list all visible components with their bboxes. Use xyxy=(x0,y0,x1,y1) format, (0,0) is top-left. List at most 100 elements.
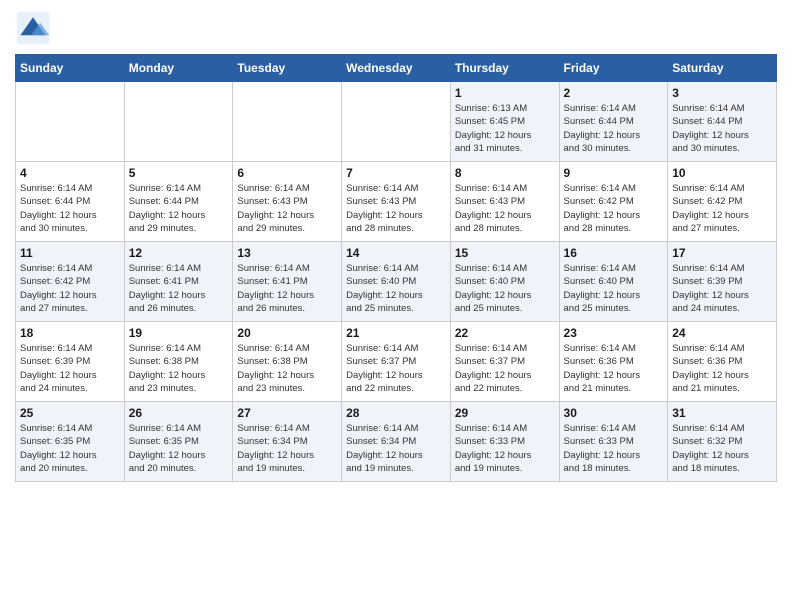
day-number: 2 xyxy=(564,86,664,100)
calendar-cell: 8 Sunrise: 6:14 AM Sunset: 6:43 PM Daylig… xyxy=(450,162,559,242)
day-info: Sunrise: 6:14 AM Sunset: 6:39 PM Dayligh… xyxy=(672,262,772,315)
calendar-cell: 18 Sunrise: 6:14 AM Sunset: 6:39 PM Dayli… xyxy=(16,322,125,402)
day-number: 30 xyxy=(564,406,664,420)
day-number: 11 xyxy=(20,246,120,260)
calendar-cell: 17 Sunrise: 6:14 AM Sunset: 6:39 PM Dayli… xyxy=(668,242,777,322)
header xyxy=(15,10,777,46)
calendar-cell xyxy=(233,82,342,162)
calendar-cell: 6 Sunrise: 6:14 AM Sunset: 6:43 PM Daylig… xyxy=(233,162,342,242)
calendar-cell: 12Sunrise: 6:14 AM Sunset: 6:41 PM Dayli… xyxy=(124,242,233,322)
calendar-cell: 19 Sunrise: 6:14 AM Sunset: 6:38 PM Dayli… xyxy=(124,322,233,402)
day-info: Sunrise: 6:14 AM Sunset: 6:33 PM Dayligh… xyxy=(564,422,664,475)
calendar-cell: 31Sunrise: 6:14 AM Sunset: 6:32 PM Dayli… xyxy=(668,402,777,482)
logo xyxy=(15,10,55,46)
logo-icon xyxy=(15,10,51,46)
day-number: 20 xyxy=(237,326,337,340)
day-header-tuesday: Tuesday xyxy=(233,55,342,82)
day-header-sunday: Sunday xyxy=(16,55,125,82)
day-number: 6 xyxy=(237,166,337,180)
day-info: Sunrise: 6:14 AM Sunset: 6:38 PM Dayligh… xyxy=(237,342,337,395)
day-info: Sunrise: 6:14 AM Sunset: 6:41 PM Dayligh… xyxy=(237,262,337,315)
calendar-cell: 11 Sunrise: 6:14 AM Sunset: 6:42 PM Dayli… xyxy=(16,242,125,322)
day-number: 1 xyxy=(455,86,555,100)
day-header-wednesday: Wednesday xyxy=(342,55,451,82)
calendar-cell: 22 Sunrise: 6:14 AM Sunset: 6:37 PM Dayli… xyxy=(450,322,559,402)
day-header-saturday: Saturday xyxy=(668,55,777,82)
day-number: 26 xyxy=(129,406,229,420)
calendar-cell: 21 Sunrise: 6:14 AM Sunset: 6:37 PM Dayli… xyxy=(342,322,451,402)
calendar-cell: 13 Sunrise: 6:14 AM Sunset: 6:41 PM Dayli… xyxy=(233,242,342,322)
day-number: 23 xyxy=(564,326,664,340)
day-info: Sunrise: 6:14 AM Sunset: 6:34 PM Dayligh… xyxy=(346,422,446,475)
calendar-cell: 20 Sunrise: 6:14 AM Sunset: 6:38 PM Dayli… xyxy=(233,322,342,402)
calendar-cell: 24 Sunrise: 6:14 AM Sunset: 6:36 PM Dayli… xyxy=(668,322,777,402)
day-header-monday: Monday xyxy=(124,55,233,82)
calendar-cell: 30 Sunrise: 6:14 AM Sunset: 6:33 PM Dayli… xyxy=(559,402,668,482)
day-number: 31 xyxy=(672,406,772,420)
day-info: Sunrise: 6:14 AM Sunset: 6:36 PM Dayligh… xyxy=(672,342,772,395)
calendar-cell: 16 Sunrise: 6:14 AM Sunset: 6:40 PM Dayli… xyxy=(559,242,668,322)
calendar-cell: 10 Sunrise: 6:14 AM Sunset: 6:42 PM Dayli… xyxy=(668,162,777,242)
day-number: 12 xyxy=(129,246,229,260)
calendar-cell: 27 Sunrise: 6:14 AM Sunset: 6:34 PM Dayli… xyxy=(233,402,342,482)
day-info: Sunrise: 6:14 AM Sunset: 6:34 PM Dayligh… xyxy=(237,422,337,475)
day-number: 17 xyxy=(672,246,772,260)
calendar-cell xyxy=(124,82,233,162)
day-number: 5 xyxy=(129,166,229,180)
day-number: 8 xyxy=(455,166,555,180)
day-info: Sunrise: 6:14 AM Sunset: 6:39 PM Dayligh… xyxy=(20,342,120,395)
calendar-cell xyxy=(342,82,451,162)
day-info: Sunrise: 6:14 AM Sunset: 6:43 PM Dayligh… xyxy=(455,182,555,235)
day-info: Sunrise: 6:14 AM Sunset: 6:44 PM Dayligh… xyxy=(20,182,120,235)
calendar-cell: 2 Sunrise: 6:14 AM Sunset: 6:44 PM Daylig… xyxy=(559,82,668,162)
day-info: Sunrise: 6:14 AM Sunset: 6:33 PM Dayligh… xyxy=(455,422,555,475)
calendar-cell: 5 Sunrise: 6:14 AM Sunset: 6:44 PM Daylig… xyxy=(124,162,233,242)
day-number: 21 xyxy=(346,326,446,340)
day-number: 10 xyxy=(672,166,772,180)
calendar-cell: 4 Sunrise: 6:14 AM Sunset: 6:44 PM Daylig… xyxy=(16,162,125,242)
day-number: 25 xyxy=(20,406,120,420)
calendar-cell: 7Sunrise: 6:14 AM Sunset: 6:43 PM Daylig… xyxy=(342,162,451,242)
day-info: Sunrise: 6:14 AM Sunset: 6:40 PM Dayligh… xyxy=(564,262,664,315)
calendar-cell: 28 Sunrise: 6:14 AM Sunset: 6:34 PM Dayli… xyxy=(342,402,451,482)
day-number: 4 xyxy=(20,166,120,180)
calendar-cell: 26 Sunrise: 6:14 AM Sunset: 6:35 PM Dayli… xyxy=(124,402,233,482)
day-info: Sunrise: 6:14 AM Sunset: 6:44 PM Dayligh… xyxy=(129,182,229,235)
day-info: Sunrise: 6:14 AM Sunset: 6:38 PM Dayligh… xyxy=(129,342,229,395)
day-info: Sunrise: 6:14 AM Sunset: 6:43 PM Dayligh… xyxy=(346,182,446,235)
day-number: 15 xyxy=(455,246,555,260)
day-number: 13 xyxy=(237,246,337,260)
day-info: Sunrise: 6:14 AM Sunset: 6:44 PM Dayligh… xyxy=(564,102,664,155)
day-number: 18 xyxy=(20,326,120,340)
calendar-cell: 3 Sunrise: 6:14 AM Sunset: 6:44 PM Daylig… xyxy=(668,82,777,162)
day-number: 29 xyxy=(455,406,555,420)
day-info: Sunrise: 6:14 AM Sunset: 6:42 PM Dayligh… xyxy=(564,182,664,235)
day-number: 24 xyxy=(672,326,772,340)
day-info: Sunrise: 6:14 AM Sunset: 6:42 PM Dayligh… xyxy=(20,262,120,315)
day-info: Sunrise: 6:14 AM Sunset: 6:35 PM Dayligh… xyxy=(129,422,229,475)
day-header-thursday: Thursday xyxy=(450,55,559,82)
calendar-table: SundayMondayTuesdayWednesdayThursdayFrid… xyxy=(15,54,777,482)
day-number: 3 xyxy=(672,86,772,100)
calendar-cell: 9Sunrise: 6:14 AM Sunset: 6:42 PM Daylig… xyxy=(559,162,668,242)
calendar-cell: 23 Sunrise: 6:14 AM Sunset: 6:36 PM Dayli… xyxy=(559,322,668,402)
day-info: Sunrise: 6:14 AM Sunset: 6:42 PM Dayligh… xyxy=(672,182,772,235)
day-info: Sunrise: 6:14 AM Sunset: 6:43 PM Dayligh… xyxy=(237,182,337,235)
calendar-cell: 14 Sunrise: 6:14 AM Sunset: 6:40 PM Dayli… xyxy=(342,242,451,322)
day-info: Sunrise: 6:13 AM Sunset: 6:45 PM Dayligh… xyxy=(455,102,555,155)
day-info: Sunrise: 6:14 AM Sunset: 6:44 PM Dayligh… xyxy=(672,102,772,155)
day-number: 22 xyxy=(455,326,555,340)
day-number: 27 xyxy=(237,406,337,420)
day-info: Sunrise: 6:14 AM Sunset: 6:36 PM Dayligh… xyxy=(564,342,664,395)
day-info: Sunrise: 6:14 AM Sunset: 6:37 PM Dayligh… xyxy=(455,342,555,395)
day-number: 19 xyxy=(129,326,229,340)
day-number: 16 xyxy=(564,246,664,260)
day-number: 28 xyxy=(346,406,446,420)
calendar-cell: 1 Sunrise: 6:13 AM Sunset: 6:45 PM Daylig… xyxy=(450,82,559,162)
day-info: Sunrise: 6:14 AM Sunset: 6:37 PM Dayligh… xyxy=(346,342,446,395)
day-header-friday: Friday xyxy=(559,55,668,82)
day-info: Sunrise: 6:14 AM Sunset: 6:40 PM Dayligh… xyxy=(346,262,446,315)
calendar-cell: 29 Sunrise: 6:14 AM Sunset: 6:33 PM Dayli… xyxy=(450,402,559,482)
day-number: 14 xyxy=(346,246,446,260)
calendar-cell xyxy=(16,82,125,162)
